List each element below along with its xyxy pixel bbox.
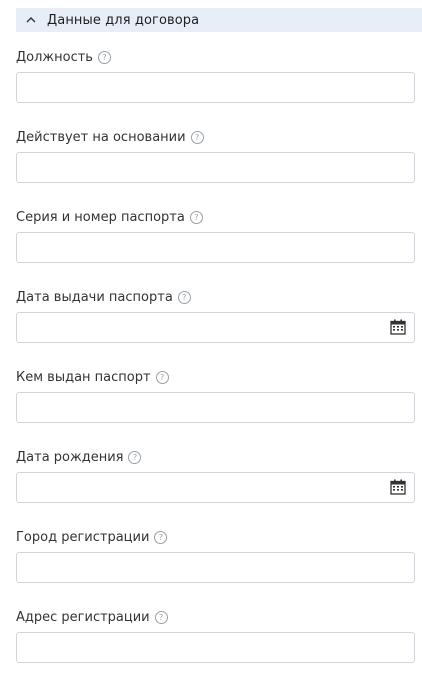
help-icon[interactable]: ? (189, 210, 203, 224)
passport-issue-date-picker (16, 312, 415, 343)
help-icon[interactable]: ? (97, 50, 111, 64)
field-passport-issue-date: Дата выдачи паспорта ? (16, 288, 416, 343)
passport-issue-date-input[interactable] (16, 312, 415, 343)
field-passport-number: Серия и номер паспорта ? (16, 208, 416, 263)
help-icon[interactable]: ? (177, 290, 191, 304)
passport-number-input[interactable] (16, 232, 415, 263)
chevron-up-icon[interactable] (24, 13, 38, 27)
help-icon[interactable]: ? (155, 370, 169, 384)
help-icon[interactable]: ? (154, 610, 168, 624)
acts-on-basis-input[interactable] (16, 152, 415, 183)
registration-city-input[interactable] (16, 552, 415, 583)
field-birth-date: Дата рождения ? (16, 448, 416, 503)
field-label: Дата выдачи паспорта (16, 289, 173, 305)
field-label: Должность (16, 49, 93, 65)
field-label: Серия и номер паспорта (16, 209, 185, 225)
field-label: Кем выдан паспорт (16, 369, 151, 385)
help-icon[interactable]: ? (128, 450, 142, 464)
field-registration-address: Адрес регистрации ? (16, 608, 416, 663)
section-title: Данные для договора (47, 12, 200, 28)
help-icon[interactable]: ? (190, 130, 204, 144)
help-icon[interactable]: ? (154, 530, 168, 544)
birth-date-input[interactable] (16, 472, 415, 503)
field-passport-issued-by: Кем выдан паспорт ? (16, 368, 416, 423)
field-registration-city: Город регистрации ? (16, 528, 416, 583)
field-position: Должность ? (16, 48, 416, 103)
passport-issued-by-input[interactable] (16, 392, 415, 423)
registration-address-input[interactable] (16, 632, 415, 663)
field-label: Дата рождения (16, 449, 124, 465)
field-label: Адрес регистрации (16, 609, 150, 625)
birth-date-picker (16, 472, 415, 503)
field-label: Город регистрации (16, 529, 150, 545)
section-header-contract-data[interactable]: Данные для договора (16, 8, 422, 32)
position-input[interactable] (16, 72, 415, 103)
field-label: Действует на основании (16, 129, 186, 145)
calendar-icon[interactable] (390, 319, 406, 335)
calendar-icon[interactable] (390, 479, 406, 495)
field-acts-on-basis: Действует на основании ? (16, 128, 416, 183)
